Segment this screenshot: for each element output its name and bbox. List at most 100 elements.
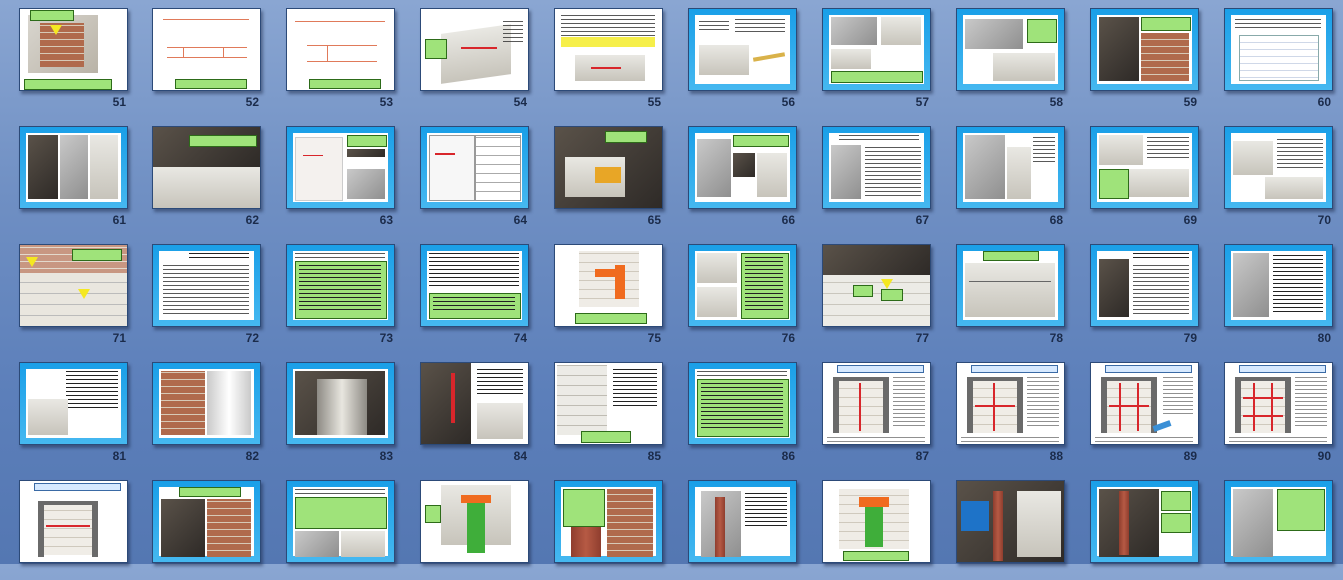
slide-thumbnail[interactable]: 62	[152, 126, 262, 227]
slide-thumbnail[interactable]: 54	[420, 8, 530, 109]
slide-thumbnail[interactable]: 69	[1090, 126, 1200, 227]
slide-thumbnail[interactable]: 56	[688, 8, 798, 109]
slide-thumbnail[interactable]: 77	[822, 244, 932, 345]
slide-thumbnail[interactable]: 53	[286, 8, 396, 109]
slide-preview	[286, 8, 395, 91]
slide-preview	[420, 362, 529, 445]
slide-thumbnail[interactable]	[554, 480, 664, 580]
slide-preview	[19, 480, 128, 563]
slide-preview	[1090, 480, 1199, 563]
slide-number: 84	[513, 449, 527, 463]
slide-thumbnail[interactable]: 74	[420, 244, 530, 345]
slide-number: 74	[513, 331, 527, 345]
slide-preview	[1224, 480, 1333, 563]
slide-thumbnail[interactable]: 80	[1224, 244, 1334, 345]
slide-number: 85	[647, 449, 661, 463]
slide-number: 54	[513, 95, 527, 109]
slide-number: 63	[379, 213, 393, 227]
slide-thumbnail[interactable]: 63	[286, 126, 396, 227]
slide-thumbnail[interactable]: 81	[19, 362, 129, 463]
slide-number: 70	[1317, 213, 1331, 227]
slide-preview	[286, 480, 395, 563]
slide-thumbnail[interactable]: 75	[554, 244, 664, 345]
slide-thumbnail[interactable]: 65	[554, 126, 664, 227]
slide-thumbnail[interactable]: 67	[822, 126, 932, 227]
slide-thumbnail[interactable]	[1224, 480, 1334, 580]
slide-number: 60	[1317, 95, 1331, 109]
slide-thumbnail[interactable]: 89	[1090, 362, 1200, 463]
slide-number: 88	[1049, 449, 1063, 463]
slide-thumbnail[interactable]	[1090, 480, 1200, 580]
slide-thumbnail[interactable]	[19, 480, 129, 580]
slide-thumbnail[interactable]: 82	[152, 362, 262, 463]
slide-thumbnail[interactable]: 58	[956, 8, 1066, 109]
slide-preview	[688, 244, 797, 327]
slide-thumbnail[interactable]: 59	[1090, 8, 1200, 109]
slide-thumbnail[interactable]: 61	[19, 126, 129, 227]
slide-thumbnail[interactable]: 76	[688, 244, 798, 345]
slide-number: 89	[1183, 449, 1197, 463]
slide-thumbnail[interactable]: 57	[822, 8, 932, 109]
slide-number: 51	[112, 95, 126, 109]
slide-thumbnail[interactable]: 79	[1090, 244, 1200, 345]
slide-preview	[152, 480, 261, 563]
slide-thumbnail[interactable]	[688, 480, 798, 580]
slide-preview	[1224, 362, 1333, 445]
slide-preview	[554, 8, 663, 91]
slide-preview	[822, 362, 931, 445]
slide-preview	[420, 480, 529, 563]
slide-thumbnail[interactable]: 88	[956, 362, 1066, 463]
slide-number: 56	[781, 95, 795, 109]
slide-preview	[688, 362, 797, 445]
slide-preview	[286, 244, 395, 327]
slide-preview	[554, 244, 663, 327]
slide-thumbnail[interactable]: 60	[1224, 8, 1334, 109]
slide-thumbnail[interactable]: 55	[554, 8, 664, 109]
slide-thumbnail[interactable]: 51	[19, 8, 129, 109]
slide-number: 55	[647, 95, 661, 109]
slide-thumbnail[interactable]: 84	[420, 362, 530, 463]
slide-preview	[688, 8, 797, 91]
slide-thumbnail[interactable]: 52	[152, 8, 262, 109]
slide-preview	[688, 126, 797, 209]
slide-thumbnail[interactable]	[822, 480, 932, 580]
slide-number: 71	[112, 331, 126, 345]
slide-thumbnail[interactable]	[956, 480, 1066, 580]
slide-preview	[822, 244, 931, 327]
slide-preview	[420, 8, 529, 91]
slide-preview	[152, 8, 261, 91]
slide-number: 69	[1183, 213, 1197, 227]
slide-number: 52	[245, 95, 259, 109]
slide-thumbnail[interactable]: 64	[420, 126, 530, 227]
slide-thumbnail[interactable]: 85	[554, 362, 664, 463]
slide-thumbnail[interactable]: 70	[1224, 126, 1334, 227]
slide-preview	[420, 126, 529, 209]
slide-preview	[19, 244, 128, 327]
slide-thumbnail[interactable]: 86	[688, 362, 798, 463]
slide-preview	[19, 8, 128, 91]
slide-preview	[688, 480, 797, 563]
slide-thumbnail[interactable]: 68	[956, 126, 1066, 227]
slide-number: 86	[781, 449, 795, 463]
slide-thumbnail[interactable]	[420, 480, 530, 580]
slide-preview	[1090, 8, 1199, 91]
slide-number: 77	[915, 331, 929, 345]
slide-thumbnail[interactable]	[286, 480, 396, 580]
slide-preview	[1090, 244, 1199, 327]
slide-number: 65	[647, 213, 661, 227]
slide-thumbnail[interactable]: 90	[1224, 362, 1334, 463]
slide-number: 79	[1183, 331, 1197, 345]
slide-number: 64	[513, 213, 527, 227]
slide-thumbnail[interactable]: 78	[956, 244, 1066, 345]
slide-number: 73	[379, 331, 393, 345]
slide-thumbnail[interactable]: 87	[822, 362, 932, 463]
slide-thumbnail[interactable]: 73	[286, 244, 396, 345]
slide-thumbnail[interactable]: 83	[286, 362, 396, 463]
slide-thumbnail[interactable]	[152, 480, 262, 580]
slide-thumbnail[interactable]: 72	[152, 244, 262, 345]
slide-number: 87	[915, 449, 929, 463]
slide-preview	[1224, 8, 1333, 91]
slide-number: 61	[112, 213, 126, 227]
slide-thumbnail[interactable]: 66	[688, 126, 798, 227]
slide-thumbnail[interactable]: 71	[19, 244, 129, 345]
